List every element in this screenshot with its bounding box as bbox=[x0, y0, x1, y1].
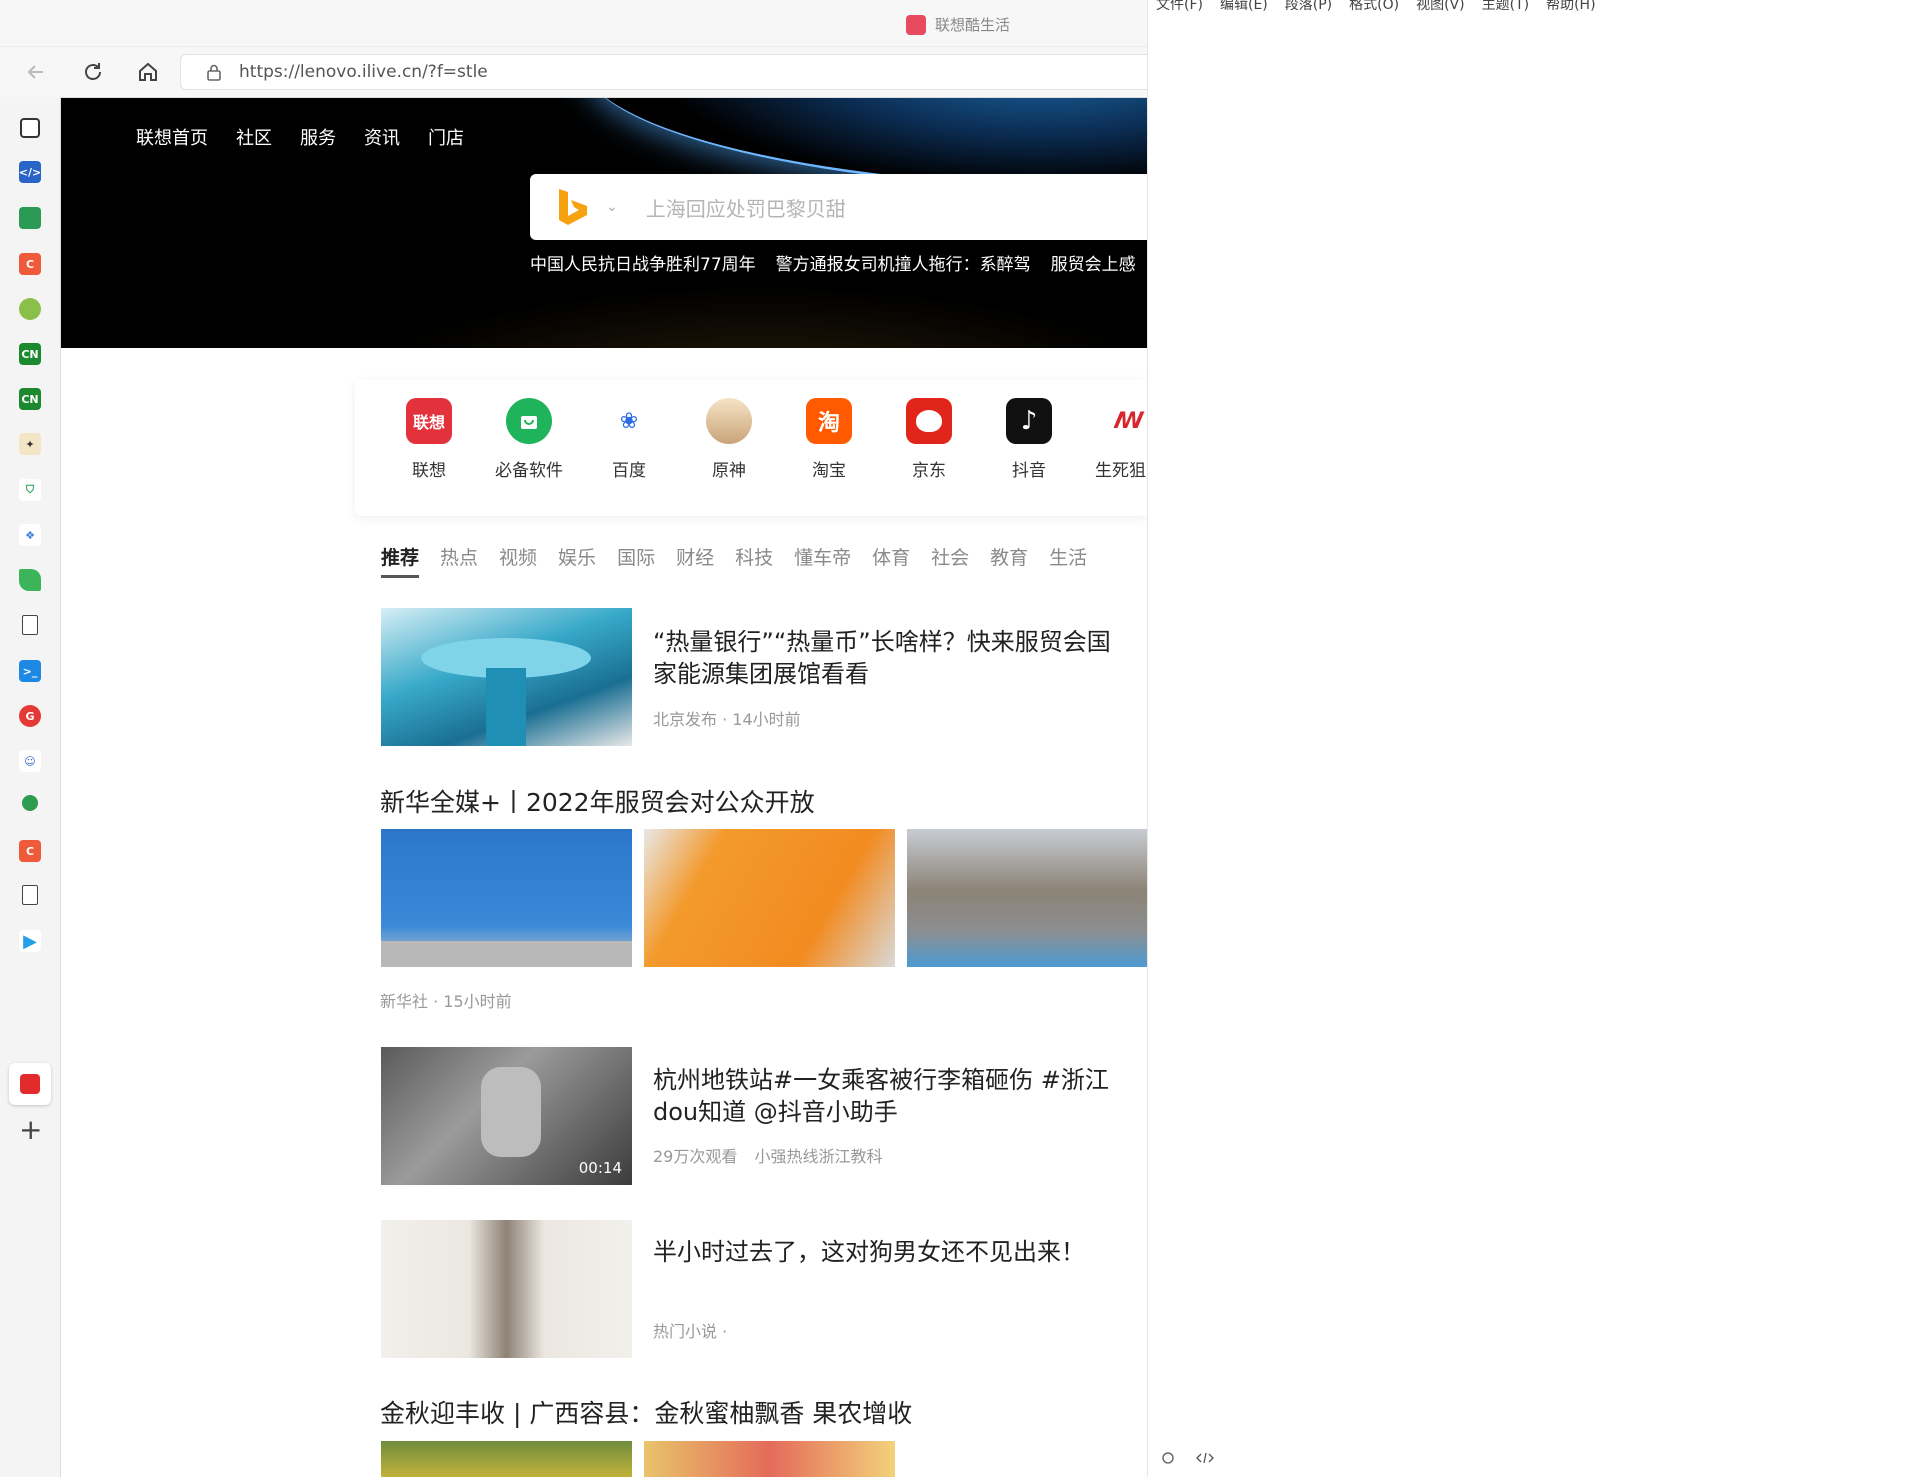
menu-theme[interactable]: 主题(T) bbox=[1482, 0, 1529, 14]
menu-format[interactable]: 格式(O) bbox=[1349, 0, 1399, 14]
news-thumbnail[interactable] bbox=[907, 829, 1147, 967]
editor-window: 文件(F) 编辑(E) 段落(P) 格式(O) 视图(V) 主题(T) 帮助(H… bbox=[1147, 0, 1917, 1477]
source-code-icon[interactable] bbox=[1195, 1451, 1215, 1465]
news-thumbnail[interactable] bbox=[381, 1441, 632, 1477]
news-meta: 新华社 · 15小时前 bbox=[380, 992, 512, 1011]
menu-paragraph[interactable]: 段落(P) bbox=[1285, 0, 1332, 14]
news-title[interactable]: “热量银行”“热量币”长啥样？快来服贸会国家能源集团展馆看看 bbox=[653, 626, 1133, 690]
video-thumbnail[interactable]: 00:14 bbox=[381, 1047, 632, 1185]
news-meta: 29万次观看 小强热线浙江教科 bbox=[653, 1143, 882, 1167]
circle-icon[interactable] bbox=[1161, 1451, 1175, 1465]
menu-help[interactable]: 帮助(H) bbox=[1546, 0, 1595, 14]
menu-bar: 文件(F) 编辑(E) 段落(P) 格式(O) 视图(V) 主题(T) 帮助(H… bbox=[1156, 0, 1613, 14]
news-meta: 热门小说 · bbox=[653, 1322, 728, 1341]
news-source: 小强热线浙江教科 bbox=[754, 1147, 883, 1166]
video-duration: 00:14 bbox=[578, 1159, 622, 1177]
news-title[interactable]: 金秋迎丰收 | 广西容县：金秋蜜柚飘香 果农增收 bbox=[380, 1394, 912, 1430]
view-count: 29万次观看 bbox=[653, 1147, 738, 1166]
news-feed: “热量银行”“热量币”长啥样？快来服贸会国家能源集团展馆看看 北京发布 · 14… bbox=[0, 0, 1147, 1477]
editor-status-bar bbox=[1161, 1451, 1215, 1465]
news-thumbnail[interactable] bbox=[644, 1441, 895, 1477]
menu-view[interactable]: 视图(V) bbox=[1416, 0, 1465, 14]
news-thumbnail[interactable] bbox=[381, 608, 632, 746]
news-thumbnail[interactable] bbox=[644, 829, 895, 967]
menu-edit[interactable]: 编辑(E) bbox=[1220, 0, 1268, 14]
news-thumbnail[interactable] bbox=[381, 1220, 632, 1358]
news-thumbnail[interactable] bbox=[381, 829, 632, 967]
news-title[interactable]: 新华全媒+丨2022年服贸会对公众开放 bbox=[380, 783, 815, 819]
news-title[interactable]: 杭州地铁站#一女乘客被行李箱砸伤 #浙江dou知道 @抖音小助手 bbox=[653, 1064, 1123, 1128]
news-title[interactable]: 半小时过去了，这对狗男女还不见出来！ bbox=[653, 1236, 1123, 1268]
menu-file[interactable]: 文件(F) bbox=[1156, 0, 1203, 14]
news-meta: 北京发布 · 14小时前 bbox=[653, 710, 801, 729]
